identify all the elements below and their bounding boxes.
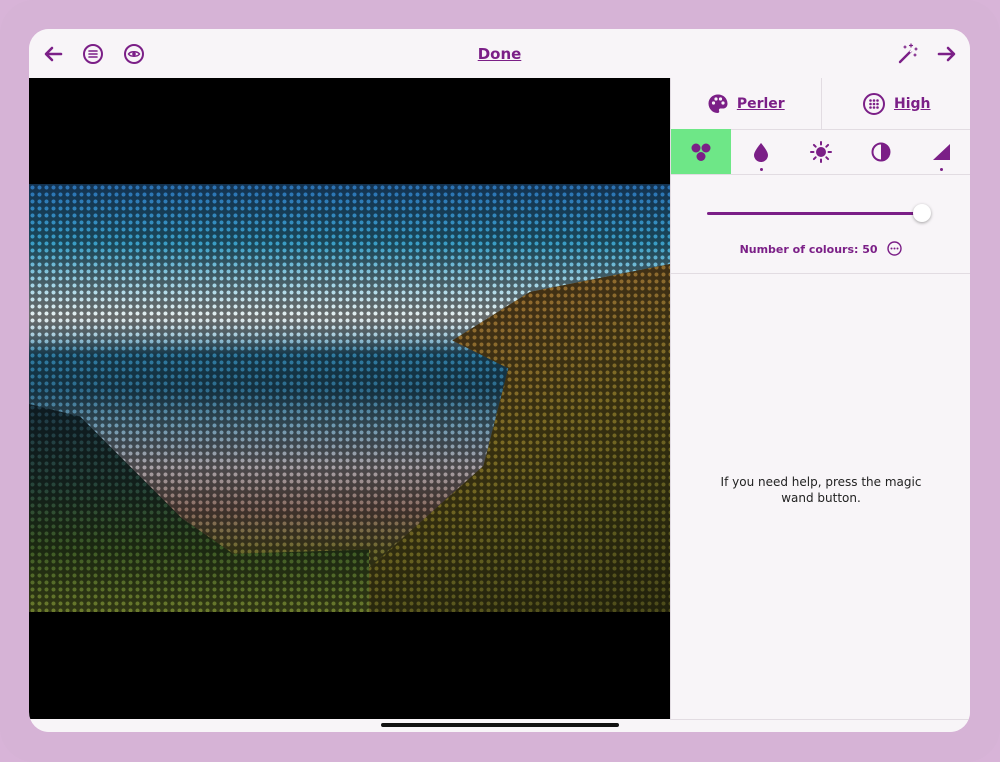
help-text: If you need help, press the magic wand b…: [720, 475, 922, 505]
bead-pattern-cliff: [359, 264, 670, 612]
tab-saturation[interactable]: [731, 129, 791, 174]
quality-button[interactable]: High: [820, 78, 971, 129]
colour-count-slider-thumb[interactable]: [913, 204, 931, 222]
contrast-icon: [871, 142, 891, 161]
palette-button[interactable]: Perler: [671, 78, 821, 129]
page-title[interactable]: Done: [29, 45, 970, 63]
pattern-canvas[interactable]: [29, 78, 670, 719]
tab-colours[interactable]: [671, 129, 731, 174]
palette-label: Perler: [736, 95, 785, 112]
bottom-strip-right: [670, 719, 970, 732]
quality-label: High: [893, 95, 931, 112]
tab-brightness[interactable]: [791, 129, 851, 174]
colours-icon: [691, 143, 711, 161]
device-frame: Done Perler High Number of colours: 50 I…: [0, 0, 1000, 762]
arrow-right-icon[interactable]: [934, 41, 960, 67]
drop-icon: [754, 142, 768, 162]
tab-modified-dot: [940, 168, 943, 171]
magic-wand-icon[interactable]: [894, 41, 920, 67]
tab-modified-dot: [760, 168, 763, 171]
bead-pattern-hill: [29, 404, 369, 612]
bead-pattern-image: [29, 184, 670, 612]
panel-options-row: Perler High: [671, 78, 970, 130]
tab-gradient[interactable]: [911, 129, 970, 174]
home-indicator[interactable]: [381, 723, 619, 727]
top-bar: Done: [29, 29, 970, 78]
more-options-icon[interactable]: [887, 241, 903, 259]
settings-panel: Perler High Number of colours: 50 If you…: [670, 78, 970, 719]
brightness-icon: [810, 140, 832, 163]
colour-count-label: Number of colours: 50: [671, 241, 970, 259]
app-screen: Done Perler High Number of colours: 50 I…: [29, 29, 970, 732]
palette-icon: [708, 94, 728, 113]
tab-contrast[interactable]: [851, 129, 911, 174]
colour-count-text: Number of colours: 50: [739, 243, 878, 256]
adjustment-tabs: [671, 129, 970, 175]
colour-count-slider-track[interactable]: [707, 212, 929, 215]
bead-grid-icon: [862, 92, 885, 115]
colour-count-control: Number of colours: 50: [671, 175, 970, 274]
gradient-icon: [933, 143, 950, 160]
